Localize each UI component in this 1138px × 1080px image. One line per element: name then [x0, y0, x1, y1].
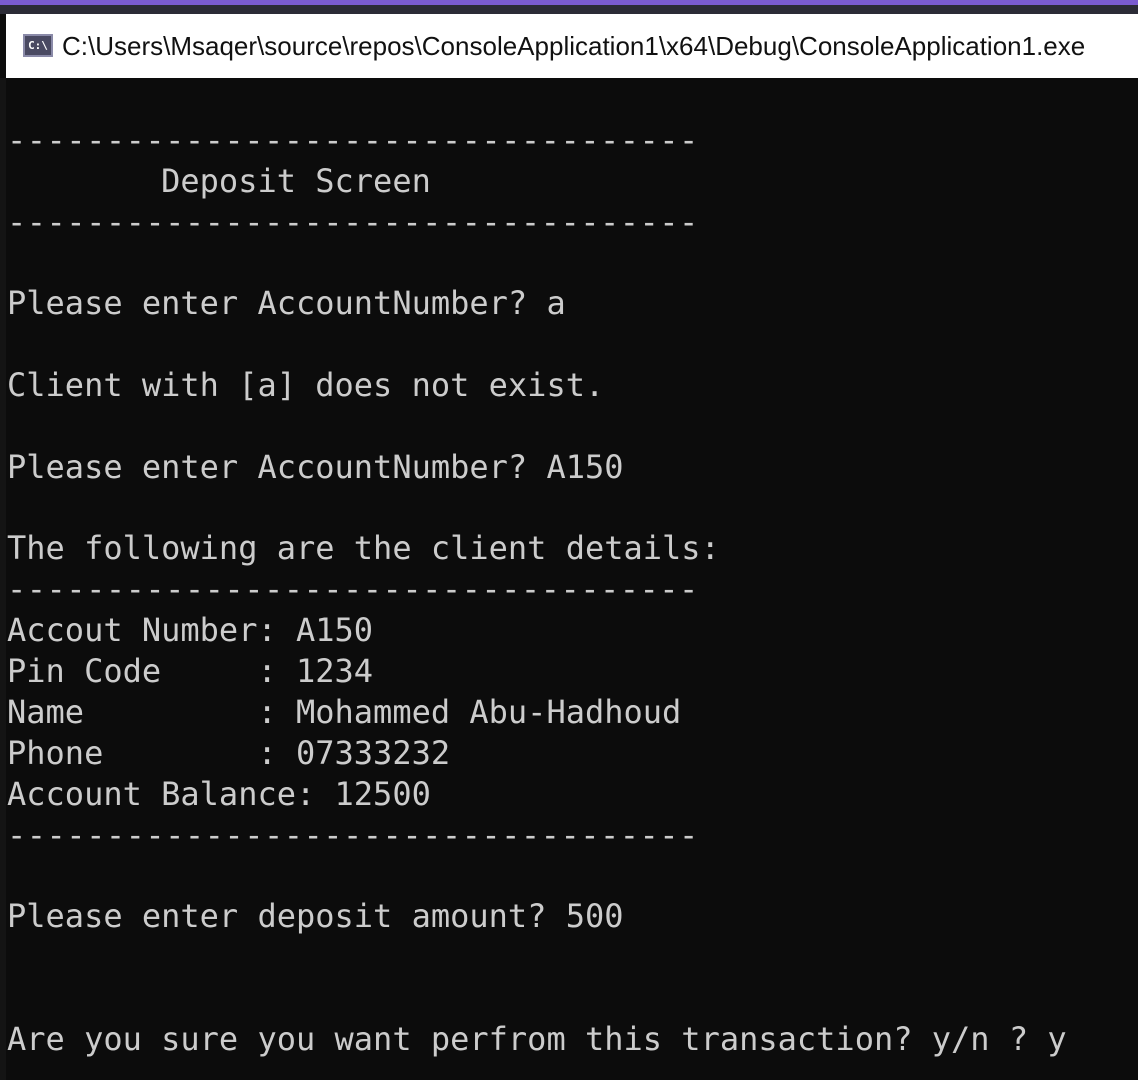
balance-row: Account Balance: 12500: [7, 775, 431, 813]
console-output[interactable]: ----------------------------------- Depo…: [0, 78, 1138, 1080]
title-bar[interactable]: C:\ C:\Users\Msaqer\source\repos\Console…: [6, 14, 1138, 78]
console-window: C:\ C:\Users\Msaqer\source\repos\Console…: [0, 0, 1138, 1080]
details-heading: The following are the client details:: [7, 529, 720, 567]
screen-title: Deposit Screen: [7, 162, 431, 200]
phone-row: Phone : 07333232: [7, 734, 451, 772]
pin-code-row: Pin Code : 1234: [7, 652, 374, 690]
divider-line: -----------------------------------: [7, 203, 699, 241]
divider-line: -----------------------------------: [7, 121, 699, 159]
divider-line: -----------------------------------: [7, 816, 699, 854]
account-number-row: Accout Number: A150: [7, 611, 374, 649]
deposit-prompt: Please enter deposit amount? 500: [7, 897, 624, 935]
cmd-icon: C:\: [23, 34, 53, 57]
window-title: C:\Users\Msaqer\source\repos\ConsoleAppl…: [62, 31, 1086, 61]
divider-line: -----------------------------------: [7, 570, 699, 608]
account-prompt-1: Please enter AccountNumber? a: [7, 284, 566, 322]
name-row: Name : Mohammed Abu-Hadhoud: [7, 693, 682, 731]
window-top-border: [0, 0, 1138, 14]
confirm-prompt: Are you sure you want perfrom this trans…: [7, 1020, 1067, 1058]
account-prompt-2: Please enter AccountNumber? A150: [7, 448, 624, 486]
not-exist-message: Client with [a] does not exist.: [7, 366, 605, 404]
